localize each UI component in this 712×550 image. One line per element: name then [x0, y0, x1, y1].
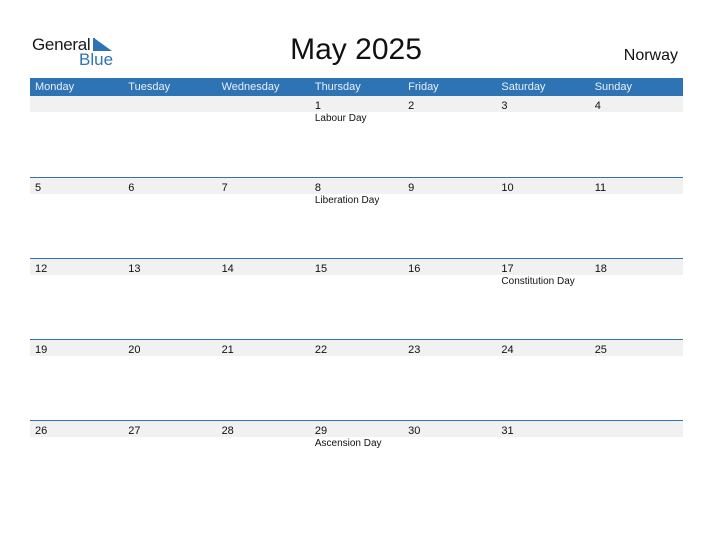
day-number: 4 [594, 100, 601, 112]
weekday-sunday: Sunday [594, 81, 632, 93]
holiday-label: Ascension Day [314, 438, 382, 449]
day-number-band: 5 6 7 8 Liberation Day 9 10 11 [30, 178, 683, 206]
day-number: 2 [408, 100, 415, 112]
day-number: 23 [408, 344, 421, 356]
holiday-label: Constitution Day [501, 276, 575, 287]
day-cell: 14 [217, 259, 310, 275]
day-number: 3 [501, 100, 508, 112]
weekday-friday: Friday [408, 81, 439, 93]
day-cell: 1 Labour Day [310, 96, 403, 124]
day-cell: 26 [30, 421, 123, 437]
day-cell: 29 Ascension Day [310, 421, 403, 449]
day-cell: 12 [30, 259, 123, 275]
holiday-label: Liberation Day [314, 195, 380, 206]
day-number: 31 [501, 425, 514, 437]
day-number: 27 [128, 425, 141, 437]
day-cell: 4 [590, 96, 683, 112]
day-cell: 20 [123, 340, 216, 356]
week-row: 1 Labour Day 2 3 4 [30, 96, 683, 177]
day-number: 15 [314, 263, 328, 275]
weekday-tuesday: Tuesday [128, 81, 171, 93]
weekday-wednesday: Wednesday [221, 81, 280, 93]
day-cell: 25 [590, 340, 683, 356]
day-cell [217, 96, 310, 112]
day-number: 20 [128, 344, 141, 356]
day-number-band: 26 27 28 29 Ascension Day 30 31 [30, 421, 683, 449]
day-number: 1 [314, 100, 321, 112]
calendar-grid: Monday Tuesday Wednesday Thursday Friday Satu… [30, 78, 683, 501]
day-cell [30, 96, 123, 112]
day-cell: 7 [217, 178, 310, 194]
day-cell [123, 96, 216, 112]
day-number: 5 [35, 182, 42, 194]
weekday-monday: Monday [35, 81, 75, 93]
day-cell: 24 [496, 340, 589, 356]
calendar-title: May 2025 [290, 33, 422, 66]
day-number: 21 [221, 344, 234, 356]
day-cell: 8 Liberation Day [310, 178, 403, 206]
day-cell: 11 [590, 178, 683, 194]
day-cell: 30 [403, 421, 496, 437]
country-label: Norway [623, 47, 678, 64]
day-number: 12 [35, 263, 48, 275]
day-cell: 13 [123, 259, 216, 275]
weekday-header: Monday Tuesday Wednesday Thursday Friday Satu… [30, 78, 683, 96]
day-number: 29 [314, 425, 328, 437]
day-number: 14 [221, 263, 234, 275]
day-cell: 17 Constitution Day [496, 259, 589, 287]
weekday-thursday: Thursday [314, 81, 361, 93]
day-cell: 28 [217, 421, 310, 437]
day-cell: 6 [123, 178, 216, 194]
day-cell: 10 [496, 178, 589, 194]
day-number: 13 [128, 263, 141, 275]
day-number: 22 [314, 344, 328, 356]
day-number: 9 [408, 182, 415, 194]
day-number: 16 [408, 263, 421, 275]
day-number: 24 [501, 344, 514, 356]
day-cell: 16 [403, 259, 496, 275]
day-number: 8 [314, 182, 321, 194]
day-number: 17 [501, 263, 514, 275]
day-cell: 22 [310, 340, 403, 356]
day-number: 11 [594, 182, 607, 194]
day-cell: 31 [496, 421, 589, 437]
weekday-saturday: Saturday [501, 81, 546, 93]
day-cell: 27 [123, 421, 216, 437]
day-number: 28 [221, 425, 234, 437]
day-number: 18 [594, 263, 607, 275]
day-number: 6 [128, 182, 135, 194]
day-cell: 9 [403, 178, 496, 194]
week-row: 5 6 7 8 Liberation Day 9 10 11 [30, 177, 683, 258]
day-cell: 5 [30, 178, 123, 194]
week-row: 19 20 21 22 23 24 25 [30, 339, 683, 420]
day-number-band: 1 Labour Day 2 3 4 [30, 96, 683, 124]
day-number: 25 [594, 344, 607, 356]
week-row: 26 27 28 29 Ascension Day 30 31 [30, 420, 683, 501]
day-cell [590, 421, 683, 437]
day-number: 19 [35, 344, 48, 356]
day-cell: 21 [217, 340, 310, 356]
week-row: 12 13 14 15 16 17 Constitution Day 18 [30, 258, 683, 339]
day-number: 10 [501, 182, 514, 194]
day-cell: 23 [403, 340, 496, 356]
day-number-band: 19 20 21 22 23 24 25 [30, 340, 683, 356]
day-cell: 2 [403, 96, 496, 112]
day-cell: 15 [310, 259, 403, 275]
day-cell: 19 [30, 340, 123, 356]
day-cell: 3 [496, 96, 589, 112]
holiday-label: Labour Day [314, 113, 367, 124]
day-cell: 18 [590, 259, 683, 275]
day-number: 30 [408, 425, 421, 437]
day-number: 26 [35, 425, 48, 437]
day-number: 7 [221, 182, 228, 194]
weeks-container: 1 Labour Day 2 3 4 5 6 7 8 Liberation Day 9 10 11 12 1… [30, 96, 683, 501]
day-number-band: 12 13 14 15 16 17 Constitution Day 18 [30, 259, 683, 287]
